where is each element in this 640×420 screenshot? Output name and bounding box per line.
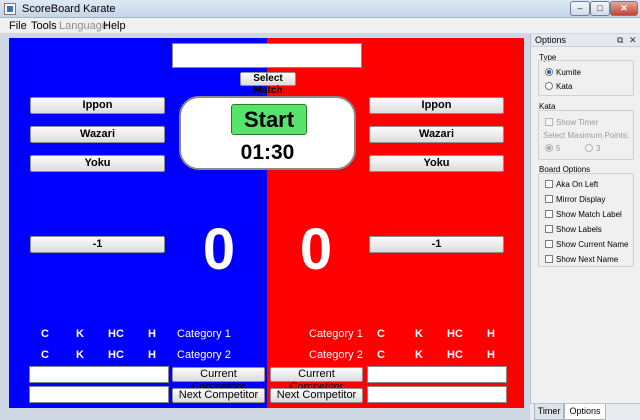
options-header: Options ⧉ ✕ (531, 34, 640, 47)
blue-cat1-hc: HC (108, 328, 124, 340)
tab-options[interactable]: Options (564, 404, 606, 420)
points-5-radio[interactable]: 5 (545, 144, 560, 153)
red-current-competitor-button[interactable]: Current Competitor (270, 367, 363, 393)
blue-yoku-button[interactable]: Yoku (30, 155, 165, 172)
close-panel-icon[interactable]: ✕ (629, 35, 637, 46)
red-category2-label: Category 2 (309, 349, 363, 361)
window-title: ScoreBoard Karate (22, 3, 116, 15)
title-bar: ScoreBoard Karate – □ ✕ (0, 0, 640, 18)
blue-minus-button[interactable]: -1 (30, 236, 165, 253)
show-match-label-checkbox[interactable]: Show Match Label (545, 210, 622, 219)
menu-tools[interactable]: Tools (31, 20, 57, 32)
start-button[interactable]: Start (231, 104, 307, 135)
blue-score: 0 (202, 217, 236, 282)
blue-current-name[interactable] (29, 366, 169, 383)
app-icon (4, 3, 16, 15)
timer-panel: Start 01:30 (179, 96, 356, 170)
red-cat2-k: K (415, 349, 423, 361)
red-category1-label: Category 1 (309, 328, 363, 340)
blue-category1-label: Category 1 (177, 328, 231, 340)
minimize-button[interactable]: – (570, 1, 590, 16)
match-label-box (172, 43, 362, 68)
type-kumite-radio[interactable]: Kumite (545, 68, 581, 77)
float-icon[interactable]: ⧉ (617, 35, 623, 46)
blue-current-competitor-button[interactable]: Current Competitor (172, 367, 265, 393)
blue-cat1-k: K (76, 328, 84, 340)
tab-timer[interactable]: Timer (534, 404, 564, 420)
show-current-name-checkbox[interactable]: Show Current Name (545, 240, 628, 249)
red-cat1-k: K (415, 328, 423, 340)
menu-bar: File Tools Language Help (0, 18, 640, 34)
red-score: 0 (299, 217, 333, 282)
select-max-points-label: Select Maximum Points: (543, 131, 629, 140)
red-cat2-h: H (487, 349, 495, 361)
red-ippon-button[interactable]: Ippon (369, 97, 504, 114)
show-next-name-checkbox[interactable]: Show Next Name (545, 255, 618, 264)
checkbox-icon (545, 255, 553, 263)
checkbox-icon (545, 210, 553, 218)
select-match-button[interactable]: Select Match (240, 72, 296, 96)
blue-category2-label: Category 2 (177, 349, 231, 361)
blue-cat2-k: K (76, 349, 84, 361)
blue-cat2-h: H (148, 349, 156, 361)
red-cat1-h: H (487, 328, 495, 340)
checkbox-icon (545, 118, 553, 126)
red-next-competitor-button[interactable]: Next Competitor (270, 388, 363, 403)
options-title: Options (535, 35, 567, 45)
red-cat2-hc: HC (447, 349, 463, 361)
points-3-radio[interactable]: 3 (585, 144, 600, 153)
red-cat1-hc: HC (447, 328, 463, 340)
blue-ippon-button[interactable]: Ippon (30, 97, 165, 114)
red-current-name[interactable] (367, 366, 507, 383)
radio-icon (585, 144, 593, 152)
aka-on-left-checkbox[interactable]: Aka On Left (545, 180, 598, 189)
blue-cat1-c: C (41, 328, 49, 340)
menu-help[interactable]: Help (103, 20, 126, 32)
show-labels-checkbox[interactable]: Show Labels (545, 225, 602, 234)
scoreboard: Select Match Ippon Wazari Yoku -1 Ippon … (9, 38, 524, 408)
menu-file[interactable]: File (9, 20, 27, 32)
type-kata-radio[interactable]: Kata (545, 82, 572, 91)
timer-display: 01:30 (240, 141, 295, 164)
checkbox-icon (545, 195, 553, 203)
checkbox-icon (545, 240, 553, 248)
radio-icon (545, 82, 553, 90)
close-button[interactable]: ✕ (610, 1, 638, 16)
blue-cat2-hc: HC (108, 349, 124, 361)
blue-cat1-h: H (148, 328, 156, 340)
red-yoku-button[interactable]: Yoku (369, 155, 504, 172)
checkbox-icon (545, 180, 553, 188)
red-cat2-c: C (377, 349, 385, 361)
blue-next-competitor-button[interactable]: Next Competitor (172, 388, 265, 403)
blue-wazari-button[interactable]: Wazari (30, 126, 165, 143)
panel-tabs: Timer Options (530, 403, 640, 420)
checkbox-icon (545, 225, 553, 233)
blue-cat2-c: C (41, 349, 49, 361)
red-wazari-button[interactable]: Wazari (369, 126, 504, 143)
red-minus-button[interactable]: -1 (369, 236, 504, 253)
mirror-display-checkbox[interactable]: Mirror Display (545, 195, 605, 204)
menu-language[interactable]: Language (59, 20, 108, 32)
blue-next-name[interactable] (29, 386, 169, 403)
maximize-button[interactable]: □ (590, 1, 610, 16)
radio-icon (545, 68, 553, 76)
red-next-name[interactable] (367, 386, 507, 403)
options-panel: Options ⧉ ✕ Type Kumite Kata Kata Show T… (530, 34, 640, 420)
show-timer-checkbox[interactable]: Show Timer (545, 118, 598, 127)
radio-icon (545, 144, 553, 152)
red-cat1-c: C (377, 328, 385, 340)
